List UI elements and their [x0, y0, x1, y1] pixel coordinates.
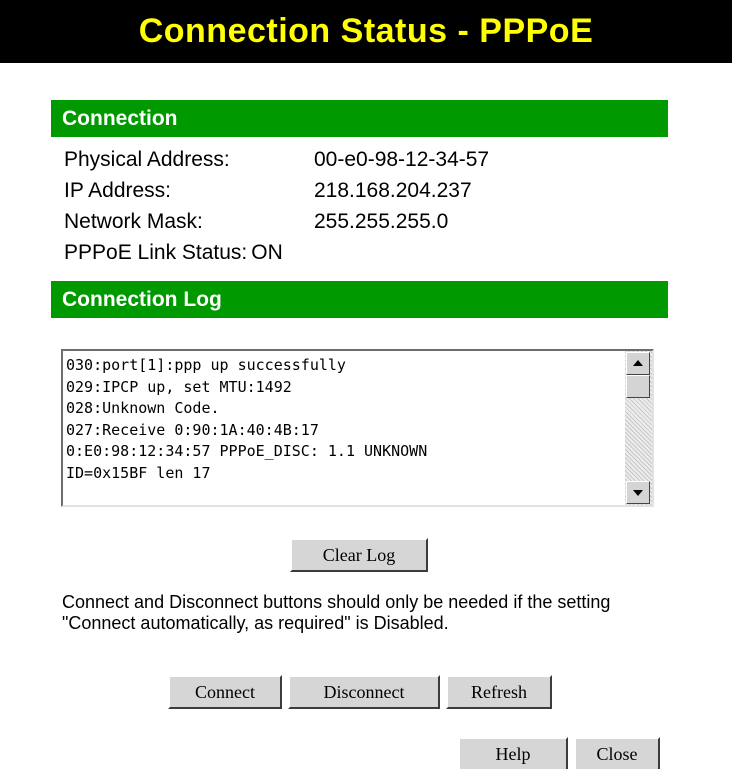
connection-log-textarea[interactable]: 030:port[1]:ppp up successfully 029:IPCP… — [61, 349, 654, 507]
arrow-up-icon — [633, 360, 643, 366]
log-line: 0:E0:98:12:34:57 PPPoE_DISC: 1.1 UNKNOWN — [66, 442, 428, 460]
scroll-up-button[interactable] — [626, 352, 650, 375]
disconnect-button[interactable]: Disconnect — [288, 675, 440, 709]
pppoe-link-status-label: PPPoE Link Status: — [64, 241, 248, 264]
help-button[interactable]: Help — [458, 737, 568, 769]
refresh-button[interactable]: Refresh — [446, 675, 552, 709]
physical-address-value: 00-e0-98-12-34-57 — [314, 148, 490, 171]
connection-info: Physical Address: 00-e0-98-12-34-57 IP Ad… — [64, 144, 489, 268]
pppoe-link-status-value: ON — [251, 241, 283, 264]
network-mask-row: Network Mask: 255.255.255.0 — [64, 206, 489, 237]
log-line: 028:Unknown Code. — [66, 399, 220, 417]
log-content: 030:port[1]:ppp up successfully 029:IPCP… — [63, 351, 625, 505]
connect-button[interactable]: Connect — [168, 675, 282, 709]
title-bar: Connection Status - PPPoE — [0, 0, 732, 63]
connect-note: Connect and Disconnect buttons should on… — [62, 592, 611, 633]
log-line: 030:port[1]:ppp up successfully — [66, 356, 346, 374]
ip-address-value: 218.168.204.237 — [314, 179, 472, 202]
connection-log-section-header: Connection Log — [51, 281, 668, 318]
arrow-down-icon — [633, 490, 643, 496]
clear-log-button[interactable]: Clear Log — [290, 538, 428, 572]
log-line: 029:IPCP up, set MTU:1492 — [66, 377, 292, 396]
close-button[interactable]: Close — [574, 737, 660, 769]
network-mask-label: Network Mask: — [64, 210, 203, 233]
ip-address-label: IP Address: — [64, 179, 172, 202]
page-title: Connection Status - PPPoE — [138, 12, 594, 50]
ip-address-row: IP Address: 218.168.204.237 — [64, 175, 489, 206]
scroll-down-button[interactable] — [626, 481, 650, 504]
connection-section-header: Connection — [51, 100, 668, 137]
log-scrollbar[interactable] — [625, 351, 652, 505]
physical-address-row: Physical Address: 00-e0-98-12-34-57 — [64, 144, 489, 175]
log-line: 027:Receive 0:90:1A:40:4B:17 — [66, 420, 319, 439]
log-line: ID=0x15BF len 17 — [66, 463, 211, 482]
pppoe-link-status-row: PPPoE Link Status: ON — [64, 237, 489, 268]
scrollbar-thumb[interactable] — [626, 375, 650, 398]
network-mask-value: 255.255.255.0 — [314, 210, 449, 233]
physical-address-label: Physical Address: — [64, 148, 230, 171]
